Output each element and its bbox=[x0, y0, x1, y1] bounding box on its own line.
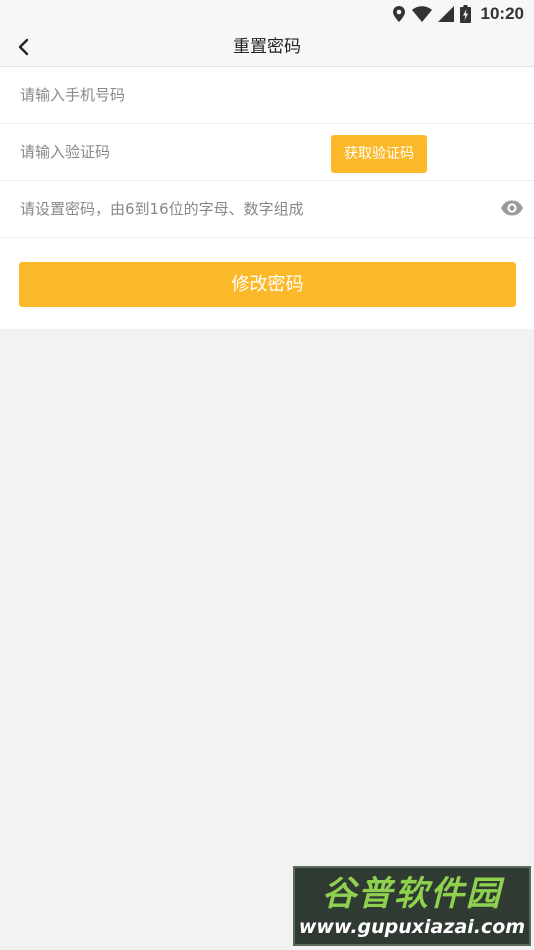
phone-input[interactable] bbox=[20, 67, 500, 123]
watermark-logo: 谷普软件园 www.gupuxiazai.com bbox=[293, 866, 531, 946]
submit-change-password-button[interactable]: 修改密码 bbox=[19, 262, 516, 307]
watermark-url: www.gupuxiazai.com bbox=[298, 916, 526, 938]
status-time: 10:20 bbox=[480, 4, 524, 23]
toolbar: 重置密码 bbox=[0, 28, 534, 67]
reset-password-form: 获取验证码 修改密码 bbox=[0, 67, 534, 329]
eye-icon bbox=[501, 200, 523, 216]
phone-row bbox=[0, 67, 534, 124]
password-row bbox=[0, 181, 534, 238]
verification-code-input[interactable] bbox=[20, 124, 320, 180]
signal-icon bbox=[437, 6, 454, 22]
location-icon bbox=[392, 6, 405, 22]
wifi-icon bbox=[411, 6, 432, 22]
password-visibility-toggle[interactable] bbox=[500, 198, 524, 218]
get-code-button[interactable]: 获取验证码 bbox=[331, 135, 427, 173]
status-bar: 10:20 bbox=[0, 0, 534, 28]
code-row: 获取验证码 bbox=[0, 124, 534, 181]
status-icons: 10:20 bbox=[392, 3, 524, 25]
watermark-title: 谷普软件园 bbox=[322, 874, 502, 914]
battery-charging-icon bbox=[459, 5, 471, 23]
password-input[interactable] bbox=[20, 181, 490, 237]
page-title: 重置密码 bbox=[233, 37, 301, 57]
